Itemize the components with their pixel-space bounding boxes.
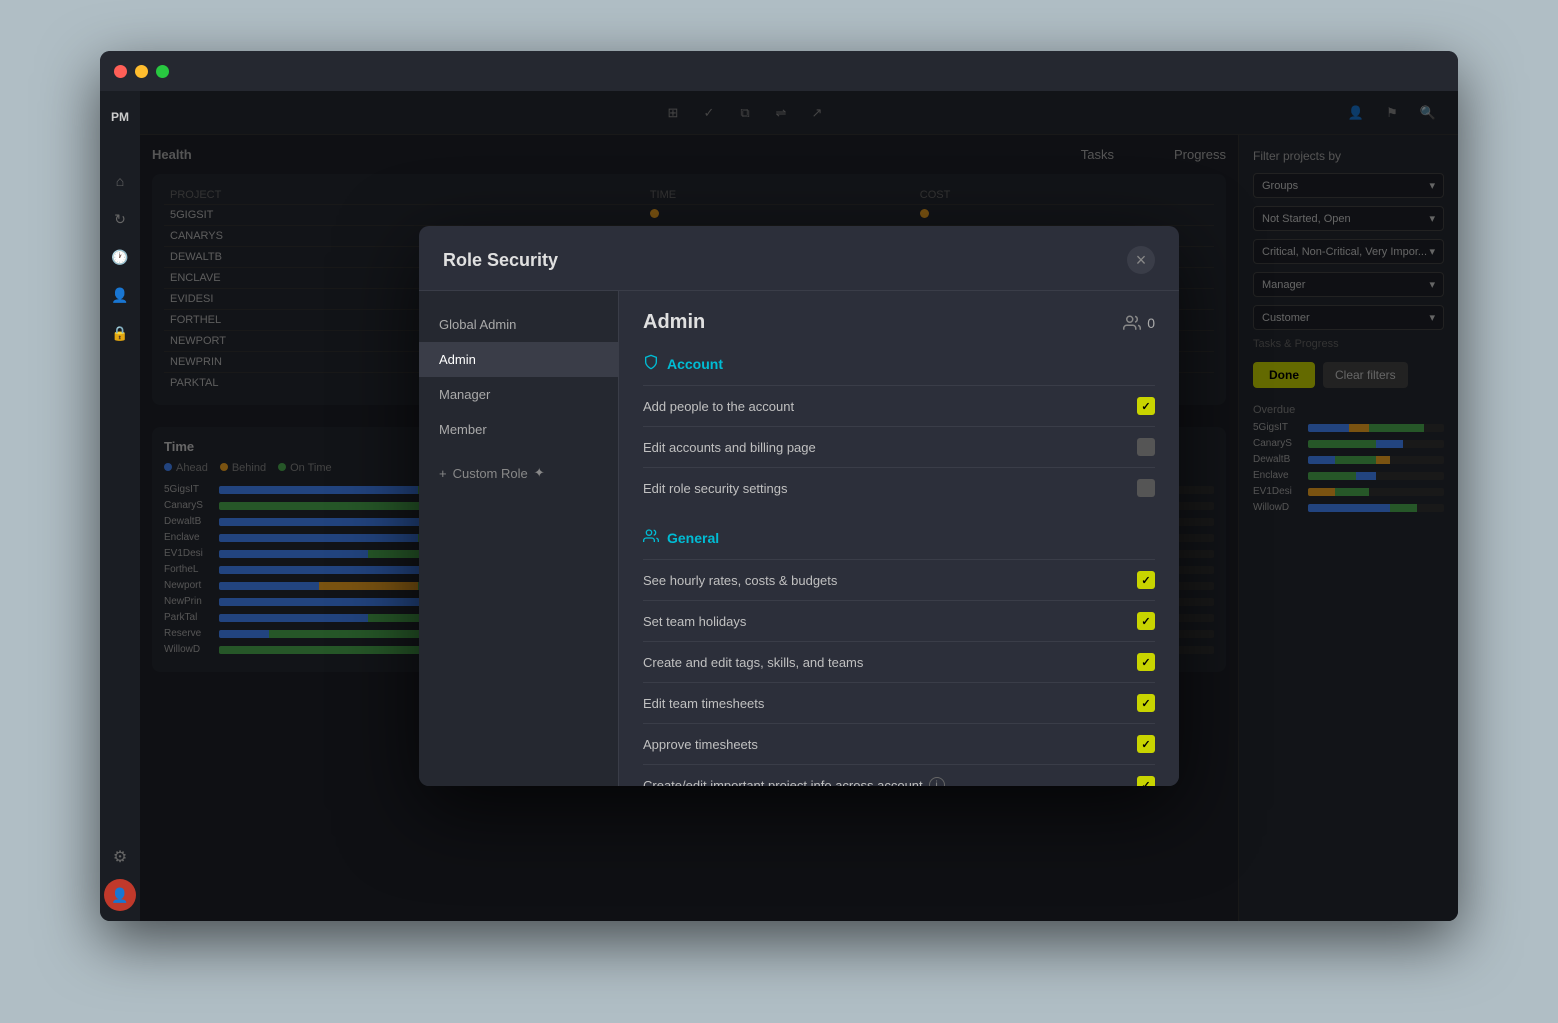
- close-button[interactable]: ×: [1127, 246, 1155, 274]
- modal-title: Role Security: [443, 250, 558, 271]
- perm-label: See hourly rates, costs & budgets: [643, 573, 837, 588]
- perm-checkbox-edit-billing[interactable]: [1137, 438, 1155, 456]
- add-custom-role-button[interactable]: + Custom Role ✦: [419, 455, 618, 491]
- star-icon: ✦: [534, 465, 545, 481]
- perm-section-title-account: Account: [643, 354, 1155, 373]
- perm-section-title-general: General: [643, 528, 1155, 547]
- perm-text: Edit team timesheets: [643, 696, 764, 711]
- check-mark: ✓: [1141, 615, 1150, 628]
- sidebar-icon-refresh[interactable]: ↻: [104, 203, 136, 235]
- mac-window: PM ⌂ ↻ 🕐 👤 🔒 ⚙ 👤 ⊞ ✓ ⧉ ⇌ ↗ 👤 ⚑: [100, 51, 1458, 921]
- perm-section-account: Account Add people to the account ✓ Edit…: [643, 354, 1155, 508]
- nav-item-member[interactable]: Member: [419, 412, 618, 447]
- perm-label: Edit role security settings: [643, 481, 788, 496]
- check-mark: ✓: [1141, 779, 1150, 787]
- perm-text: Create and edit tags, skills, and teams: [643, 655, 863, 670]
- modal-content: Admin 0: [619, 291, 1179, 786]
- perm-label: Edit accounts and billing page: [643, 440, 816, 455]
- perm-section-general: General See hourly rates, costs & budget…: [643, 528, 1155, 786]
- sidebar-icon-user-bottom[interactable]: 👤: [104, 879, 136, 911]
- close-button[interactable]: [114, 65, 127, 78]
- perm-text: Approve timesheets: [643, 737, 758, 752]
- perm-text: See hourly rates, costs & budgets: [643, 573, 837, 588]
- modal-body: Global AdminAdminManagerMember + Custom …: [419, 291, 1179, 786]
- nav-item-global-admin[interactable]: Global Admin: [419, 307, 618, 342]
- perm-row-hourly-rates: See hourly rates, costs & budgets ✓: [643, 559, 1155, 600]
- perm-text: Set team holidays: [643, 614, 746, 629]
- user-count-number: 0: [1147, 315, 1155, 331]
- perm-text: Edit accounts and billing page: [643, 440, 816, 455]
- nav-item-admin[interactable]: Admin: [419, 342, 618, 377]
- role-header: Admin 0: [643, 311, 1155, 334]
- role-name: Admin: [643, 311, 705, 334]
- perm-row-add-people: Add people to the account ✓: [643, 385, 1155, 426]
- perm-label: Create and edit tags, skills, and teams: [643, 655, 863, 670]
- check-mark: ✓: [1141, 400, 1150, 413]
- perm-row-edit-billing: Edit accounts and billing page: [643, 426, 1155, 467]
- role-user-count: 0: [1123, 314, 1155, 332]
- perm-checkbox-project-info[interactable]: ✓: [1137, 776, 1155, 786]
- check-mark: ✓: [1141, 574, 1150, 587]
- general-icon: [643, 528, 659, 547]
- perm-label: Create/edit important project info acros…: [643, 777, 945, 786]
- perm-checkbox-approve-timesheets[interactable]: ✓: [1137, 735, 1155, 753]
- sidebar: PM ⌂ ↻ 🕐 👤 🔒 ⚙ 👤: [100, 91, 140, 921]
- perm-label: Set team holidays: [643, 614, 746, 629]
- check-mark: ✓: [1141, 697, 1150, 710]
- perm-section-label: Account: [667, 356, 723, 372]
- main-content: ⊞ ✓ ⧉ ⇌ ↗ 👤 ⚑ 🔍 Health Tasks: [140, 91, 1458, 921]
- modal-sidebar: Global AdminAdminManagerMember + Custom …: [419, 291, 619, 786]
- info-icon[interactable]: i: [929, 777, 945, 786]
- perm-checkbox-team-holidays[interactable]: ✓: [1137, 612, 1155, 630]
- perm-row-timesheets: Edit team timesheets ✓: [643, 682, 1155, 723]
- titlebar: [100, 51, 1458, 91]
- sidebar-icon-lock[interactable]: 🔒: [104, 317, 136, 349]
- users-count-icon: [1123, 314, 1141, 332]
- perm-checkbox-hourly-rates[interactable]: ✓: [1137, 571, 1155, 589]
- perm-row-tags-skills: Create and edit tags, skills, and teams …: [643, 641, 1155, 682]
- sidebar-icon-settings[interactable]: ⚙: [104, 841, 136, 873]
- account-icon: [643, 354, 659, 373]
- modal-overlay: Role Security × Global AdminAdminManager…: [140, 91, 1458, 921]
- role-security-modal: Role Security × Global AdminAdminManager…: [419, 226, 1179, 786]
- sidebar-icon-user[interactable]: 👤: [104, 279, 136, 311]
- perm-checkbox-add-people[interactable]: ✓: [1137, 397, 1155, 415]
- modal-header: Role Security ×: [419, 226, 1179, 291]
- nav-item-manager[interactable]: Manager: [419, 377, 618, 412]
- perm-checkbox-tags-skills[interactable]: ✓: [1137, 653, 1155, 671]
- perm-row-project-info: Create/edit important project info acros…: [643, 764, 1155, 786]
- perm-section-label: General: [667, 530, 719, 546]
- perm-text: Create/edit important project info acros…: [643, 778, 923, 787]
- perm-label: Add people to the account: [643, 399, 794, 414]
- perm-row-edit-security: Edit role security settings: [643, 467, 1155, 508]
- sidebar-icon-pm[interactable]: PM: [104, 101, 136, 133]
- check-mark: ✓: [1141, 656, 1150, 669]
- perm-text: Add people to the account: [643, 399, 794, 414]
- perm-row-approve-timesheets: Approve timesheets ✓: [643, 723, 1155, 764]
- minimize-button[interactable]: [135, 65, 148, 78]
- perm-label: Approve timesheets: [643, 737, 758, 752]
- plus-icon: +: [439, 466, 447, 481]
- check-mark: ✓: [1141, 738, 1150, 751]
- perm-checkbox-timesheets[interactable]: ✓: [1137, 694, 1155, 712]
- perm-label: Edit team timesheets: [643, 696, 764, 711]
- sidebar-icon-home[interactable]: ⌂: [104, 165, 136, 197]
- perm-text: Edit role security settings: [643, 481, 788, 496]
- perm-row-team-holidays: Set team holidays ✓: [643, 600, 1155, 641]
- app-body: PM ⌂ ↻ 🕐 👤 🔒 ⚙ 👤 ⊞ ✓ ⧉ ⇌ ↗ 👤 ⚑: [100, 91, 1458, 921]
- sidebar-icon-clock[interactable]: 🕐: [104, 241, 136, 273]
- custom-role-label: Custom Role: [453, 466, 528, 481]
- perm-checkbox-edit-security[interactable]: [1137, 479, 1155, 497]
- maximize-button[interactable]: [156, 65, 169, 78]
